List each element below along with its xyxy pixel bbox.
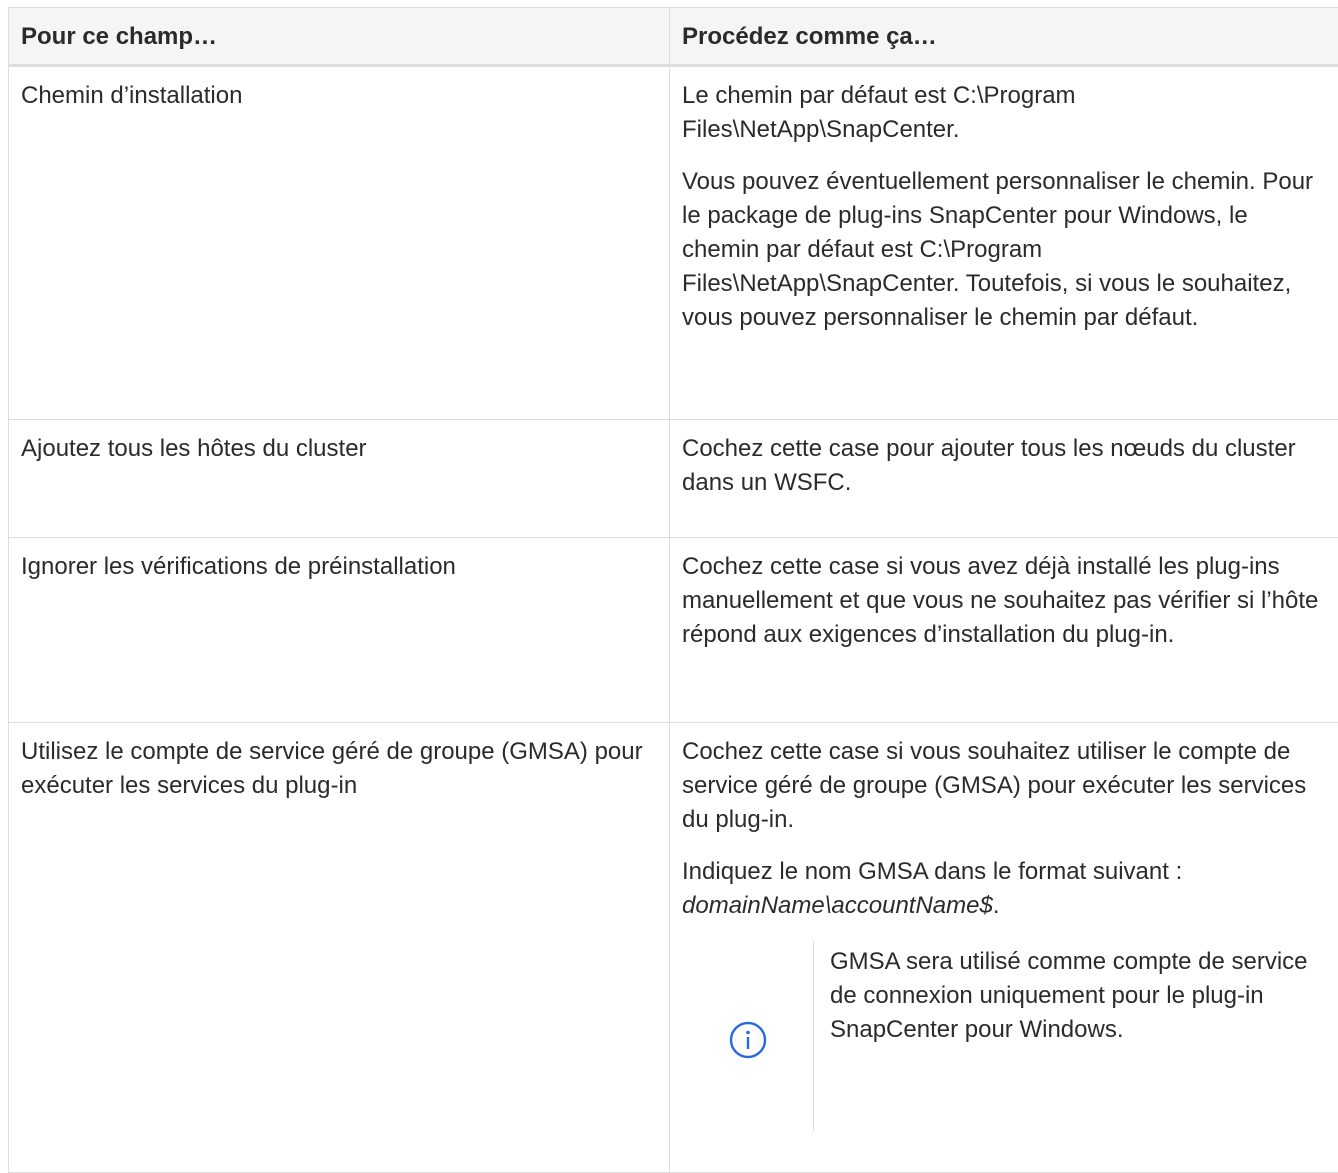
action-paragraph: Le chemin par défaut est C:\Program File… (682, 79, 1326, 147)
action-paragraph: Cochez cette case si vous avez déjà inst… (682, 550, 1326, 652)
note-text: GMSA sera utilisé comme compte de servic… (814, 941, 1310, 1131)
info-note: GMSA sera utilisé comme compte de servic… (682, 941, 1326, 1131)
action-cell: Cochez cette case si vous souhaitez util… (670, 723, 1338, 1173)
field-cell: Chemin d’installation (9, 66, 670, 420)
field-cell: Utilisez le compte de service géré de gr… (9, 723, 670, 1173)
header-field-column: Pour ce champ… (9, 8, 670, 66)
gmsa-format-suffix: . (993, 892, 1000, 919)
table-row: Utilisez le compte de service géré de gr… (9, 723, 1338, 1173)
note-icon-column (682, 941, 814, 1131)
action-cell: Cochez cette case si vous avez déjà inst… (670, 538, 1338, 723)
gmsa-format-paragraph: Indiquez le nom GMSA dans le format suiv… (682, 855, 1326, 923)
table-row: Chemin d’installation Le chemin par défa… (9, 66, 1338, 420)
table-row: Ajoutez tous les hôtes du cluster Cochez… (9, 420, 1338, 538)
field-cell: Ignorer les vérifications de préinstalla… (9, 538, 670, 723)
action-cell: Le chemin par défaut est C:\Program File… (670, 66, 1338, 420)
settings-table: Pour ce champ… Procédez comme ça… Chemin… (8, 7, 1338, 1173)
info-icon (728, 1020, 768, 1060)
field-cell: Ajoutez tous les hôtes du cluster (9, 420, 670, 538)
gmsa-format-code: domainName\accountName$ (682, 892, 993, 919)
action-cell: Cochez cette case pour ajouter tous les … (670, 420, 1338, 538)
table-row: Ignorer les vérifications de préinstalla… (9, 538, 1338, 723)
action-paragraph: Vous pouvez éventuellement personnaliser… (682, 165, 1326, 335)
gmsa-format-prefix: Indiquez le nom GMSA dans le format suiv… (682, 858, 1182, 885)
action-paragraph: Cochez cette case pour ajouter tous les … (682, 432, 1326, 500)
header-action-column: Procédez comme ça… (670, 8, 1338, 66)
table-header-row: Pour ce champ… Procédez comme ça… (9, 8, 1338, 66)
action-paragraph: Cochez cette case si vous souhaitez util… (682, 735, 1326, 837)
